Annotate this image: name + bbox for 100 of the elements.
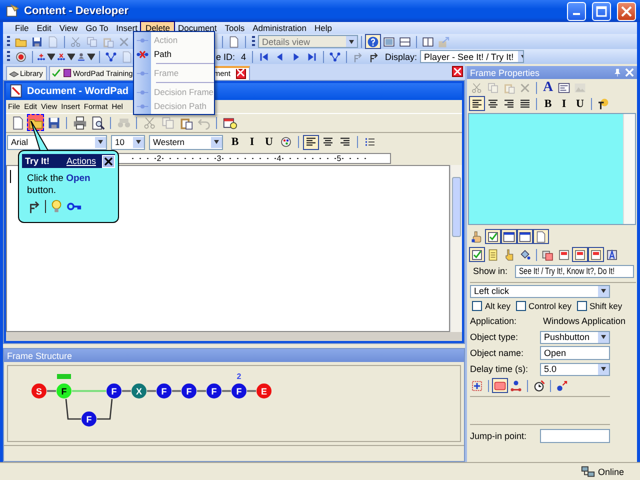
dropdown-field[interactable]: Western <box>149 134 223 150</box>
slide-icon[interactable] <box>556 247 572 262</box>
page-icon[interactable] <box>533 229 549 244</box>
format-button[interactable]: I <box>556 96 572 111</box>
dropdown-field[interactable]: 5.0 <box>540 362 610 376</box>
dropdown-field[interactable]: Player - See It! / Try It! <box>420 50 524 63</box>
dropdown-field[interactable]: See It! / Try It!, Know It?, Do It! <box>514 264 634 278</box>
pin-icon[interactable] <box>613 68 622 77</box>
input-field[interactable] <box>540 429 610 443</box>
field-label: Object type: <box>470 332 520 342</box>
highlight-icon[interactable] <box>492 378 508 393</box>
person-nodes-icon[interactable] <box>508 378 524 393</box>
frame-node[interactable]: F <box>206 384 222 398</box>
field-label: Application: <box>470 316 518 326</box>
frame-node[interactable]: F <box>232 384 246 398</box>
connector-line <box>172 390 181 392</box>
menu-item[interactable]: Help <box>310 22 336 34</box>
menu-item[interactable]: Go To <box>82 22 112 34</box>
menu-item[interactable]: Insert <box>112 22 142 34</box>
connector-line <box>122 390 131 392</box>
checkbox[interactable]: Control key <box>516 301 572 311</box>
frame-node[interactable]: F <box>182 384 196 398</box>
printer-icon[interactable] <box>71 114 88 132</box>
slide-icon[interactable] <box>588 247 604 262</box>
checkbox[interactable]: Alt key <box>472 301 511 311</box>
maximize-button[interactable] <box>592 2 611 20</box>
html-icon[interactable] <box>556 80 572 95</box>
format-button[interactable]: A <box>540 80 556 95</box>
frame-node[interactable]: F <box>156 384 172 398</box>
help-icon[interactable] <box>365 34 381 49</box>
target-icon[interactable] <box>469 378 485 393</box>
menu-option[interactable]: Path <box>134 47 214 61</box>
menu-item[interactable]: Edit <box>32 22 56 34</box>
frame-node[interactable]: E <box>256 384 272 398</box>
actions-link[interactable]: Actions <box>66 156 96 166</box>
caret-icon <box>349 40 354 44</box>
slide-icon[interactable] <box>572 247 588 262</box>
ruler-number: 5 <box>336 154 342 163</box>
minimize-icon <box>573 13 580 15</box>
app-logo-icon <box>6 4 20 18</box>
frame-node[interactable]: F <box>106 384 122 398</box>
dropdown-field[interactable]: 10 <box>111 134 145 150</box>
caret-icon <box>601 289 606 293</box>
toolbar-label: e ID: <box>215 52 236 62</box>
format-button[interactable]: I <box>244 134 260 150</box>
window-icon[interactable] <box>517 229 533 244</box>
toolbar-grip[interactable] <box>7 36 10 47</box>
frame-node[interactable]: S <box>32 384 46 398</box>
connector-line <box>147 390 156 392</box>
close-icon <box>104 156 113 166</box>
frame-node[interactable]: X <box>132 384 146 398</box>
toolbar-grip[interactable] <box>7 51 10 62</box>
field-label: Jump-in point: <box>470 431 528 441</box>
connector-line <box>197 390 206 392</box>
folder-icon[interactable] <box>27 114 44 132</box>
dropdown-field[interactable]: Pushbutton <box>540 330 610 344</box>
horizontal-scrollbar[interactable] <box>6 332 462 341</box>
menu-item[interactable]: Administration <box>248 22 310 34</box>
connector-line <box>247 390 256 392</box>
close-icon[interactable] <box>236 68 246 79</box>
scrollbar[interactable] <box>450 164 462 332</box>
checklist-icon[interactable] <box>469 247 485 262</box>
format-button[interactable]: U <box>261 134 277 150</box>
align-left-icon[interactable] <box>303 134 319 150</box>
menu-item[interactable]: Tools <box>220 22 249 34</box>
connector-line <box>72 390 106 392</box>
format-button[interactable]: B <box>540 96 556 111</box>
bubble-title: Try It! <box>25 156 51 166</box>
node-remove-icon <box>57 50 66 62</box>
record-icon[interactable] <box>13 49 29 64</box>
minimize-button[interactable] <box>567 2 586 20</box>
frame-node[interactable]: F <box>56 384 72 398</box>
caret-icon <box>98 140 103 144</box>
palette-icon[interactable] <box>278 134 294 150</box>
align-left-icon[interactable] <box>469 96 485 111</box>
window-icon[interactable] <box>501 229 517 244</box>
menu-item[interactable]: View <box>55 22 82 34</box>
branch-icon <box>27 199 42 214</box>
field-label: Delay time (s): <box>470 364 530 374</box>
connector-line <box>47 390 56 392</box>
menu-item[interactable]: Document <box>174 22 221 34</box>
menu-item[interactable]: File <box>11 22 33 34</box>
network-icon <box>580 464 595 478</box>
input-field[interactable]: Open <box>540 346 610 360</box>
checklist-icon[interactable] <box>485 229 501 244</box>
close-button[interactable] <box>452 66 463 77</box>
checkbox[interactable]: Shift key <box>576 301 622 311</box>
scrollbar[interactable] <box>623 114 635 224</box>
format-button[interactable]: B <box>227 134 243 150</box>
status-text: Online <box>598 466 624 476</box>
letter-page-icon[interactable] <box>604 247 620 262</box>
panel-title: Frame Properties <box>470 68 541 78</box>
link-icon[interactable] <box>554 378 570 393</box>
frame-node[interactable]: F <box>82 412 96 426</box>
format-button[interactable]: U <box>572 96 588 111</box>
check-icon <box>52 68 61 78</box>
wordpad-logo-icon <box>9 84 23 98</box>
dropdown-field[interactable]: Left click <box>470 284 610 298</box>
toolbar-grip[interactable] <box>252 36 255 47</box>
toolbar-label: Display: <box>384 52 418 62</box>
